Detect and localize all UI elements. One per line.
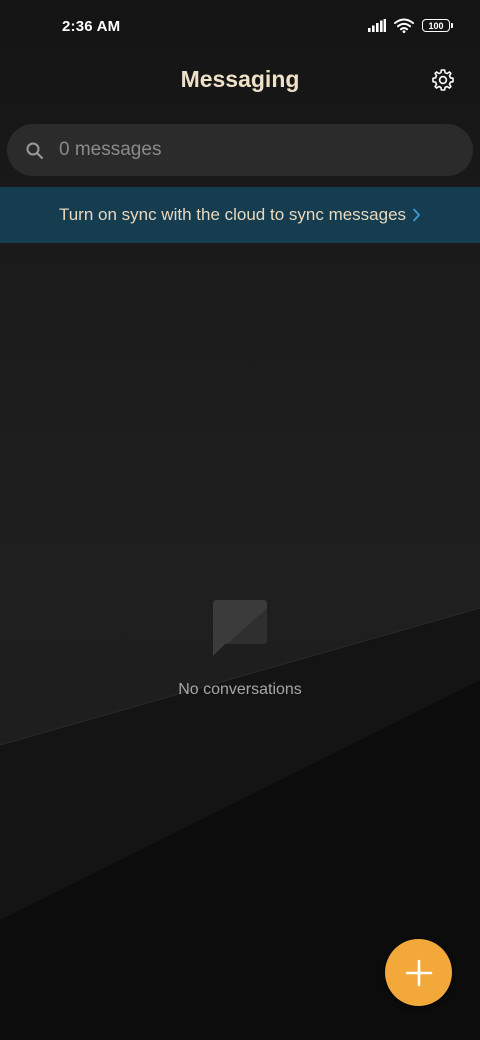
messaging-screen: 2:36 AM 100 Messaging 0 messages Turn on… bbox=[0, 0, 480, 1040]
status-icons: 100 bbox=[368, 18, 453, 33]
battery-icon: 100 bbox=[422, 19, 453, 32]
search-icon bbox=[25, 141, 43, 159]
settings-button[interactable] bbox=[430, 67, 456, 93]
battery-level: 100 bbox=[428, 20, 444, 31]
search-input[interactable] bbox=[57, 138, 441, 162]
page-title: Messaging bbox=[180, 66, 300, 92]
status-time: 2:36 AM bbox=[62, 18, 121, 35]
empty-state: No conversations bbox=[0, 600, 480, 699]
new-conversation-button[interactable] bbox=[385, 939, 452, 1006]
message-bubble-icon bbox=[213, 600, 267, 656]
sync-banner-text: Turn on sync with the cloud to sync mess… bbox=[58, 205, 407, 224]
sync-banner[interactable]: Turn on sync with the cloud to sync mess… bbox=[0, 187, 480, 243]
plus-icon bbox=[405, 959, 432, 986]
gear-icon bbox=[432, 69, 454, 91]
chevron-right-icon bbox=[412, 208, 421, 222]
wifi-icon bbox=[394, 18, 414, 33]
search-bar[interactable] bbox=[7, 124, 473, 176]
signal-icon bbox=[368, 19, 386, 32]
empty-state-text: No conversations bbox=[178, 681, 302, 698]
header: Messaging bbox=[0, 56, 480, 106]
status-bar: 2:36 AM 100 bbox=[0, 0, 480, 56]
